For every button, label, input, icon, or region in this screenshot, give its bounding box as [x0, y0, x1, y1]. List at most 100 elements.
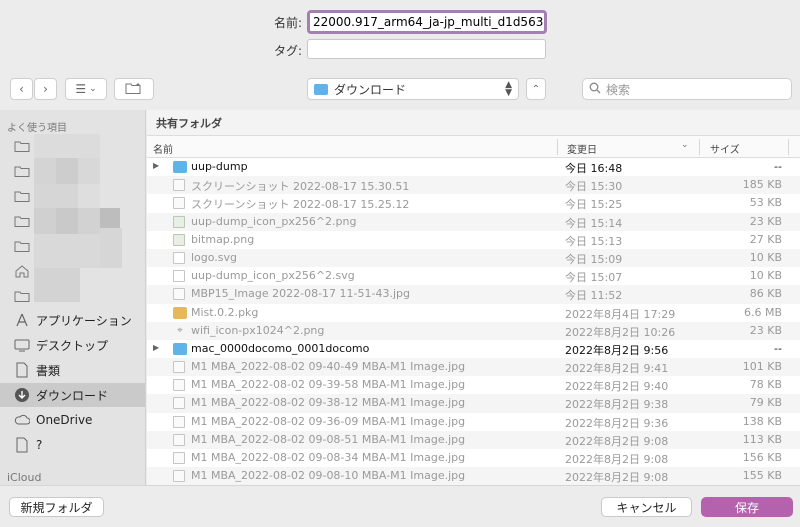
file-row[interactable]: MBP15_Image 2022-08-17 11-51-43.jpg 今日 11… — [147, 285, 800, 304]
file-date: 2022年8月2日 9:08 — [565, 453, 669, 466]
disclosure-triangle-icon[interactable]: ▶ — [153, 161, 159, 170]
sidebar-item-unknown[interactable]: ? — [0, 433, 145, 457]
image-file-icon — [173, 233, 185, 246]
file-row[interactable]: Mist.0.2.pkg 2022年8月4日 17:29 6.6 MB — [147, 304, 800, 322]
file-row[interactable]: スクリーンショット 2022-08-17 15.25.12 今日 15:25 53 … — [147, 194, 800, 212]
file-row[interactable]: M1 MBA_2022-08-02 09-36-09 MBA-M1 Image.… — [147, 413, 800, 431]
file-date: 2022年8月2日 9:36 — [565, 416, 669, 430]
section-title: 共有フォルダ — [147, 110, 800, 136]
cancel-button[interactable]: キャンセル — [601, 497, 692, 517]
sidebar-item-applications[interactable]: アプリケーション — [0, 308, 145, 332]
file-date: 2022年8月2日 10:26 — [565, 325, 676, 339]
file-row[interactable]: bitmap.png 今日 15:13 27 KB — [147, 231, 800, 249]
favorites-heading: よく使う項目 — [7, 123, 67, 134]
file-row[interactable]: ▶ uup-dump 今日 16:48 -- — [147, 158, 800, 176]
folder-icon — [14, 288, 30, 304]
file-size: 138 KB — [742, 414, 782, 428]
location-label: ダウンロード — [334, 82, 407, 97]
file-icon — [173, 179, 185, 192]
sidebar-item-desktop[interactable]: デスクトップ — [0, 333, 145, 357]
collapse-button[interactable]: ⌃ — [526, 78, 546, 100]
file-date: 今日 15:13 — [565, 234, 623, 248]
file-name: Mist.0.2.pkg — [191, 305, 259, 319]
search-field[interactable]: 検索 — [582, 78, 792, 100]
footer: 新規フォルダ キャンセル 保存 — [0, 485, 800, 527]
column-modified[interactable]: 変更日 — [567, 141, 597, 156]
cloud-icon — [14, 412, 30, 428]
home-icon — [14, 263, 30, 279]
file-icon — [14, 437, 30, 453]
column-size[interactable]: サイズ — [710, 141, 740, 156]
back-button[interactable]: ‹ — [10, 78, 33, 100]
svg-file-icon — [173, 251, 185, 264]
tag-label: タグ: — [273, 44, 302, 58]
folder-icon — [173, 161, 187, 173]
sidebar-item-documents[interactable]: 書類 — [0, 358, 145, 382]
file-name: M1 MBA_2022-08-02 09-08-34 MBA-M1 Image.… — [191, 451, 466, 464]
new-folder-toolbar-button[interactable] — [114, 78, 154, 100]
file-icon — [173, 197, 185, 210]
file-size: 185 KB — [742, 178, 782, 192]
forward-button[interactable]: › — [34, 78, 57, 100]
chevron-left-icon: ‹ — [19, 82, 24, 96]
file-size: -- — [774, 341, 782, 355]
file-name: mac_0000docomo_0001docomo — [191, 341, 370, 355]
sidebar: よく使う項目 アプリケーション デスクトップ 書類 ダウンロード OneDriv… — [0, 110, 146, 485]
file-row[interactable]: M1 MBA_2022-08-02 09-08-34 MBA-M1 Image.… — [147, 449, 800, 467]
sidebar-item-label: ? — [36, 438, 43, 452]
file-row[interactable]: M1 MBA_2022-08-02 09-39-58 MBA-M1 Image.… — [147, 376, 800, 394]
file-size: 113 KB — [742, 432, 782, 446]
chevron-right-icon: › — [43, 82, 48, 96]
name-label: 名前: — [273, 16, 302, 30]
file-name: uup-dump — [191, 160, 248, 173]
svg-file-icon — [173, 270, 185, 283]
folder-icon — [14, 163, 30, 179]
save-header: 名前: 22000.917_arm64_ja-jp_multi_d1d56388… — [0, 0, 800, 70]
location-popup[interactable]: ダウンロード ▲ ▼ — [307, 78, 519, 100]
file-date: 2022年8月2日 9:08 — [565, 471, 669, 485]
file-name: M1 MBA_2022-08-02 09-38-12 MBA-M1 Image.… — [191, 396, 466, 410]
view-options-button[interactable]: ☰ ⌄ — [65, 78, 107, 100]
file-row[interactable]: uup-dump_icon_px256^2.png 今日 15:14 23 KB — [147, 212, 800, 231]
filename-input[interactable]: 22000.917_arm64_ja-jp_multi_d1d56388 — [307, 10, 547, 34]
file-size: 53 KB — [749, 196, 782, 210]
file-size: 79 KB — [749, 396, 782, 410]
file-row[interactable]: スクリーンショット 2022-08-17 15.30.51 今日 15:30 185… — [147, 176, 800, 195]
folder-icon — [14, 138, 30, 154]
file-name: スクリーンショット 2022-08-17 15.25.12 — [191, 198, 410, 212]
file-name: M1 MBA_2022-08-02 09-08-51 MBA-M1 Image.… — [191, 432, 466, 446]
folder-icon — [14, 238, 30, 254]
save-button[interactable]: 保存 — [701, 497, 793, 517]
file-row[interactable]: M1 MBA_2022-08-02 09-08-10 MBA-M1 Image.… — [147, 467, 800, 485]
disclosure-triangle-icon[interactable]: ▶ — [153, 343, 159, 352]
folder-icon — [14, 188, 30, 204]
file-date: 今日 16:48 — [565, 162, 623, 175]
new-folder-button[interactable]: 新規フォルダ — [9, 497, 104, 517]
chevron-down-icon: ⌄ — [89, 84, 97, 94]
column-name[interactable]: 名前 — [153, 141, 173, 156]
file-row[interactable]: logo.svg 今日 15:09 10 KB — [147, 248, 800, 268]
sidebar-item-onedrive[interactable]: OneDrive — [0, 408, 145, 432]
file-icon — [173, 452, 185, 464]
file-row[interactable]: M1 MBA_2022-08-02 09-08-51 MBA-M1 Image.… — [147, 430, 800, 449]
file-icon — [173, 433, 185, 446]
tag-input[interactable] — [307, 39, 546, 59]
search-icon — [589, 82, 601, 97]
file-row[interactable]: ▶ mac_0000docomo_0001docomo 2022年8月2日 9:56… — [147, 340, 800, 358]
folder-icon — [173, 342, 187, 355]
icloud-heading: iCloud — [7, 471, 42, 484]
sidebar-item-downloads[interactable]: ダウンロード — [0, 383, 145, 407]
file-date: 今日 15:25 — [565, 198, 623, 212]
file-date: 2022年8月2日 9:41 — [565, 362, 669, 376]
file-size: 10 KB — [749, 269, 782, 283]
file-name: logo.svg — [191, 250, 238, 264]
file-row[interactable]: uup-dump_icon_px256^2.svg 今日 15:07 10 KB — [147, 267, 800, 285]
file-icon — [173, 361, 185, 374]
file-name: wifi_icon-px1024^2.png — [191, 323, 325, 337]
file-row[interactable]: ⌖ wifi_icon-px1024^2.png 2022年8月2日 10:26 23… — [147, 321, 800, 340]
file-size: 101 KB — [742, 360, 782, 374]
file-row[interactable]: M1 MBA_2022-08-02 09-40-49 MBA-M1 Image.… — [147, 358, 800, 377]
file-date: 2022年8月2日 9:56 — [565, 343, 669, 357]
file-row[interactable]: M1 MBA_2022-08-02 09-38-12 MBA-M1 Image.… — [147, 394, 800, 413]
file-date: 2022年8月2日 9:38 — [565, 398, 669, 412]
